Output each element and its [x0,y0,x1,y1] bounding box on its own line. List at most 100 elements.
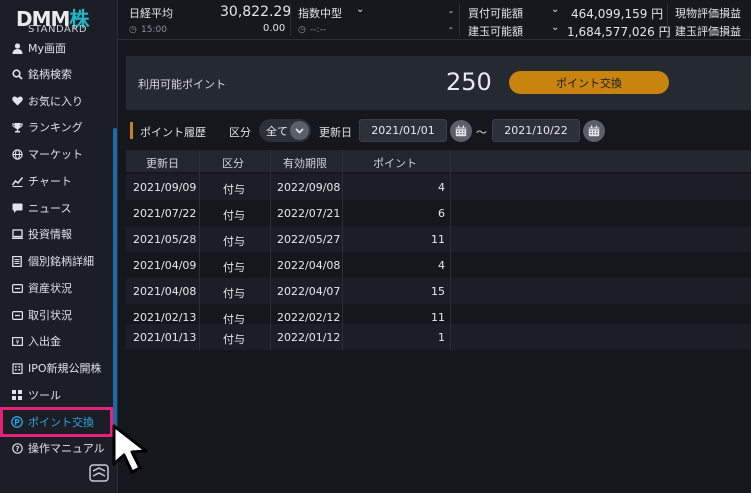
buying-power-label: 買付可能額 [468,7,523,20]
chat-icon [10,203,24,213]
clock-icon: ◷ [298,25,306,35]
point-history-title: ポイント履歴 [140,126,206,139]
sidebar-item-news[interactable]: ニュース [0,195,113,221]
date-from-input[interactable]: 2021/01/01 [359,119,447,142]
cell-date: 2021/04/09 [133,259,197,272]
spot-pl-label: 現物評価損益 [675,7,741,20]
index1-change: 0.00 [263,23,286,34]
date-range-separator: 〜 [476,126,487,139]
sidebar-item-chart[interactable]: チャート [0,168,113,194]
sidebar: DMM株 STANDARD My画面 銘柄検索 お気に入り ランキング マーケッ… [0,0,118,493]
cell-expiry: 2022/07/21 [277,207,341,220]
sidebar-item-label: チャート [28,175,72,188]
clock-icon: ◷ [129,25,137,35]
heart-icon [10,96,24,106]
available-points-value: 250 [446,68,492,96]
cell-date: 2021/09/09 [133,181,197,194]
search-icon [10,68,24,80]
sidebar-item-label: My画面 [28,42,67,55]
column-divider [450,150,451,350]
available-points-label: 利用可能ポイント [138,78,226,91]
sidebar-item-investment-info[interactable]: 投資情報 [0,221,113,247]
calendar-icon[interactable] [583,120,605,142]
svg-text:?: ? [15,445,19,453]
category-select-value: 全て [266,124,288,138]
sidebar-item-label: ポイント交換 [28,416,94,429]
column-divider [270,150,271,350]
sidebar-item-label: ランキング [28,121,83,134]
table-row[interactable]: 2021/09/09 付与 2022/09/08 4 [126,174,751,200]
sidebar-item-search[interactable]: 銘柄検索 [0,61,113,87]
header-points: ポイント [373,157,417,170]
margin-label: 建玉可能額 [468,25,523,38]
document-icon [10,255,24,267]
sidebar-item-stock-detail[interactable]: 個別銘柄詳細 [0,248,113,274]
chevron-down-icon [290,121,309,140]
index1-name: 日経平均 [129,7,173,20]
sidebar-item-trading-status[interactable]: 取引状況 [0,302,113,328]
sidebar-item-label: ツール [28,389,61,402]
sidebar-item-label: 銘柄検索 [28,68,72,81]
cell-points: 11 [431,233,445,246]
table-header: 更新日 区分 有効期限 ポイント [126,150,751,172]
sidebar-item-point-exchange[interactable]: P ポイント交換 [0,407,113,437]
cell-points: 15 [431,285,445,298]
table-row[interactable]: 2021/01/13 付与 2022/01/12 1 [126,324,751,350]
money-icon: ¥ [10,336,24,346]
section-accent [130,122,133,139]
cell-type: 付与 [223,287,245,300]
buying-power-dropdown-icon[interactable]: ⌄ [551,4,559,15]
sidebar-item-ranking[interactable]: ランキング [0,114,113,140]
wallet-icon [10,283,24,293]
cell-expiry: 2022/02/12 [277,311,341,324]
sidebar-item-market[interactable]: マーケット [0,141,113,167]
cell-points: 6 [438,207,445,220]
cell-type: 付与 [223,333,245,346]
margin-dropdown-icon[interactable]: ⌄ [551,22,559,33]
index2-time: --:-- [310,25,327,35]
buying-power-value: 464,099,159 円 [571,7,664,21]
column-divider [199,150,200,350]
person-icon [10,42,24,54]
calendar-icon[interactable] [450,120,472,142]
available-points-panel: 利用可能ポイント 250 ポイント交換 [126,56,751,110]
svg-text:¥: ¥ [15,339,19,346]
table-row[interactable]: 2021/04/09 付与 2022/04/08 4 [126,252,751,278]
index2-name[interactable]: 指数中型 [298,5,342,21]
list-icon [10,310,24,320]
globe-icon [10,148,24,160]
cell-expiry: 2022/04/08 [277,259,341,272]
table-row[interactable]: 2021/04/08 付与 2022/04/07 15 [126,278,751,304]
logo-edition: STANDARD [28,24,88,35]
table-row[interactable]: 2021/05/28 付与 2022/05/27 11 [126,226,751,252]
cell-date: 2021/05/28 [133,233,197,246]
cell-type: 付与 [223,183,245,196]
cell-type: 付与 [223,261,245,274]
sidebar-item-my-page[interactable]: My画面 [0,35,113,61]
index2-change: - [449,23,453,34]
header-expiry: 有効期限 [283,157,327,170]
logo[interactable]: DMM株 STANDARD [0,0,118,38]
cell-type: 付与 [223,235,245,248]
margin-pl-label: 建玉評価損益 [675,25,741,38]
cell-date: 2021/04/08 [133,285,197,298]
cell-expiry: 2022/05/27 [277,233,341,246]
date-to-input[interactable]: 2021/10/22 [492,119,580,142]
sidebar-item-favorites[interactable]: お気に入り [0,88,113,114]
chart-icon [10,176,24,187]
table-row[interactable]: 2021/07/22 付与 2022/07/21 6 [126,200,751,226]
sidebar-item-deposit-withdrawal[interactable]: ¥ 入出金 [0,328,113,354]
sidebar-scrollbar[interactable] [113,128,117,432]
menu-collapse-icon[interactable] [88,462,110,484]
sidebar-item-tools[interactable]: ツール [0,382,113,408]
index2-dropdown-icon[interactable]: ⌄ [356,4,364,15]
cell-points: 1 [438,331,445,344]
category-select[interactable]: 全て [259,119,311,142]
cell-points: 4 [438,181,445,194]
cell-type: 付与 [223,209,245,222]
index1-value: 30,822.29 [220,4,292,20]
sidebar-item-assets[interactable]: 資産状況 [0,275,113,301]
sidebar-item-ipo[interactable]: IPO新規公開株 [0,355,113,381]
sidebar-item-manual[interactable]: ? 操作マニュアル [0,436,113,460]
point-exchange-button[interactable]: ポイント交換 [509,71,669,94]
